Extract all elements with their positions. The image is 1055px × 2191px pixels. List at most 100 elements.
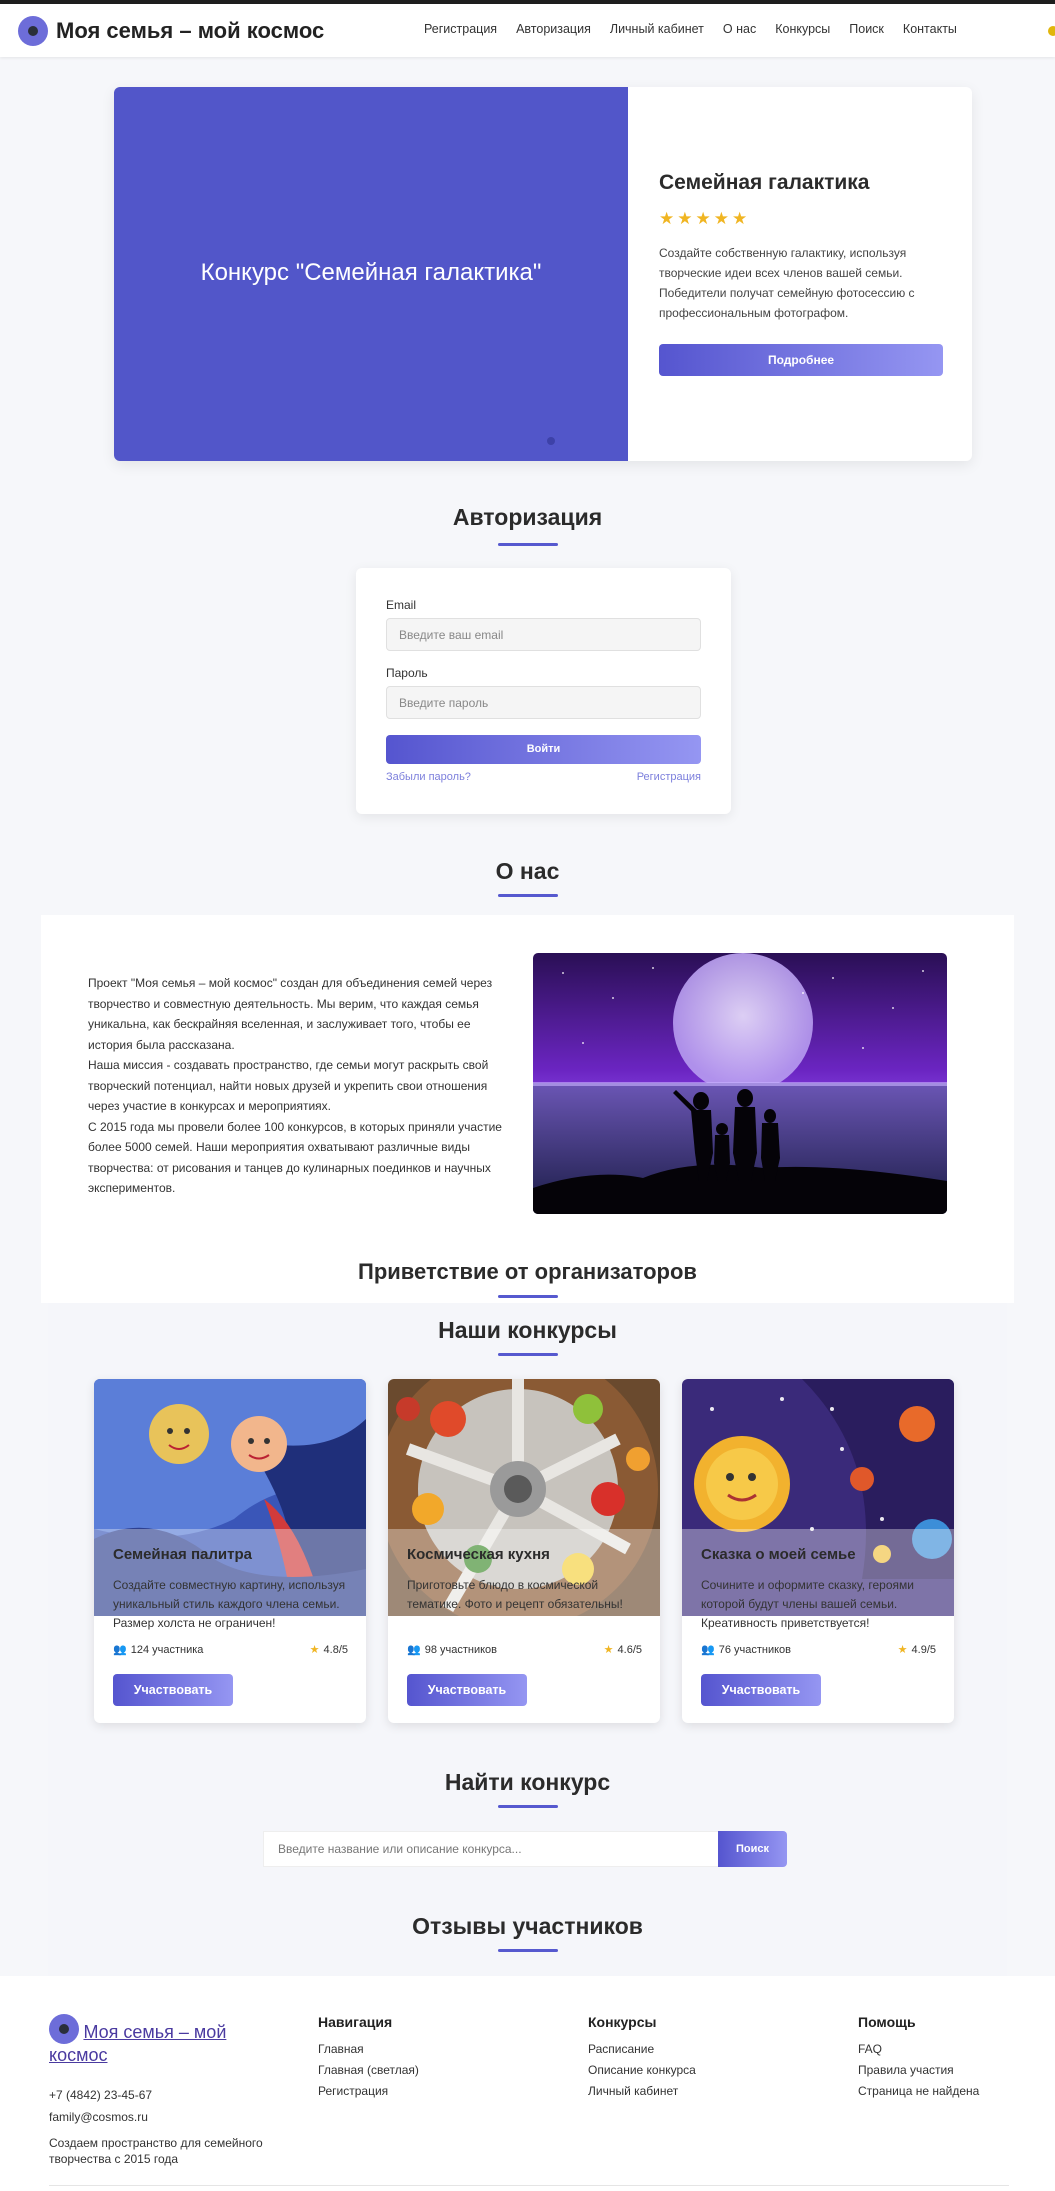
- title-underline: [498, 1949, 558, 1952]
- title-underline: [498, 894, 558, 897]
- footer-col-navigation: Навигация Главная Главная (светлая) Реги…: [318, 2014, 419, 2105]
- login-card: Email Пароль Войти Забыли пароль? Регист…: [356, 568, 731, 814]
- search-section-title: Найти конкурс: [444, 1769, 611, 1795]
- hero-description: Создайте собственную галактику, использу…: [659, 246, 915, 320]
- contest-rating: ★ 4.6/5: [603, 1644, 642, 1656]
- users-icon: 👥: [113, 1644, 127, 1656]
- footer-tagline: Создаем пространство для семейного творч…: [49, 2136, 263, 2166]
- nav-login[interactable]: Авторизация: [516, 22, 591, 36]
- about-paragraph: Проект "Моя семья – мой космос" создан д…: [88, 976, 493, 1052]
- contest-description: Приготовьте блюдо в космической тематике…: [407, 1578, 623, 1611]
- title-underline: [498, 1805, 558, 1808]
- footer-divider: [49, 2185, 1009, 2186]
- contest-title: Космическая кухня: [407, 1546, 550, 1563]
- about-paragraph: С 2015 года мы провели более 100 конкурс…: [88, 1119, 502, 1196]
- nav-registration[interactable]: Регистрация: [424, 22, 497, 36]
- participate-button[interactable]: Участвовать: [701, 1674, 821, 1706]
- footer-link[interactable]: Описание конкурса: [588, 2063, 696, 2077]
- reviews-section-title: Отзывы участников: [412, 1913, 643, 1939]
- users-icon: 👥: [407, 1644, 421, 1656]
- footer-logo[interactable]: Моя семья – мой космос: [49, 2014, 269, 2066]
- star-icon: ★: [603, 1644, 614, 1656]
- contest-title: Сказка о моей семье: [701, 1546, 856, 1563]
- footer-link[interactable]: FAQ: [858, 2042, 979, 2056]
- contest-description: Сочините и оформите сказку, героями кото…: [701, 1578, 914, 1630]
- contest-card: Сказка о моей семье Сочините и оформите …: [682, 1379, 954, 1723]
- planet-logo-icon: [49, 2014, 79, 2044]
- contest-meta: 👥 98 участников ★ 4.6/5: [407, 1643, 642, 1656]
- contest-title: Семейная палитра: [113, 1546, 252, 1563]
- main-nav: Регистрация Авторизация Личный кабинет О…: [424, 22, 957, 36]
- about-panel: Проект "Моя семья – мой космос" создан д…: [41, 915, 1014, 1303]
- star-icon: ★: [309, 1644, 320, 1656]
- family-moon-image: [533, 953, 947, 1214]
- contest-rating: ★ 4.9/5: [897, 1644, 936, 1656]
- site-logo[interactable]: Моя семья – мой космос: [18, 16, 324, 46]
- theme-toggle-icon[interactable]: [1048, 26, 1055, 36]
- contests-section-title: Наши конкурсы: [438, 1317, 617, 1343]
- footer-email: family@cosmos.ru: [49, 2110, 148, 2124]
- hero-info: Семейная галактика ★★★★★ Создайте собств…: [659, 171, 949, 323]
- nav-account[interactable]: Личный кабинет: [610, 22, 704, 36]
- footer-link[interactable]: Регистрация: [318, 2084, 419, 2098]
- participate-button[interactable]: Участвовать: [113, 1674, 233, 1706]
- footer-col-contests: Конкурсы Расписание Описание конкурса Ли…: [588, 2014, 696, 2105]
- about-section-title: О нас: [495, 858, 560, 884]
- footer-link[interactable]: Страница не найдена: [858, 2084, 979, 2098]
- email-label: Email: [386, 598, 417, 612]
- search-input[interactable]: [263, 1831, 718, 1867]
- footer-phone: +7 (4842) 23-45-67: [49, 2088, 153, 2102]
- footer-col-title: Конкурсы: [588, 2014, 657, 2030]
- rating-stars-icon: ★★★★★: [659, 209, 751, 228]
- site-header: Моя семья – мой космос Регистрация Автор…: [0, 4, 1055, 57]
- footer-col-help: Помощь FAQ Правила участия Страница не н…: [858, 2014, 979, 2105]
- hero-title: Семейная галактика: [659, 171, 870, 194]
- about-paragraph: Наша миссия - создавать пространство, гд…: [88, 1058, 489, 1113]
- star-icon: ★: [897, 1644, 908, 1656]
- footer-col-title: Помощь: [858, 2014, 916, 2030]
- forgot-password-link[interactable]: Забыли пароль?: [386, 771, 471, 783]
- slider-dot[interactable]: [547, 437, 555, 445]
- title-underline: [498, 1353, 558, 1356]
- nav-about[interactable]: О нас: [723, 22, 756, 36]
- email-field[interactable]: [386, 618, 701, 651]
- nav-contests[interactable]: Конкурсы: [775, 22, 830, 36]
- search-button[interactable]: Поиск: [718, 1831, 787, 1867]
- auth-section-title: Авторизация: [452, 504, 603, 530]
- contest-rating: ★ 4.8/5: [309, 1644, 348, 1656]
- contest-meta: 👥 124 участника ★ 4.8/5: [113, 1643, 348, 1656]
- nav-search[interactable]: Поиск: [849, 22, 884, 36]
- participate-button[interactable]: Участвовать: [407, 1674, 527, 1706]
- hero-slider: Конкурс "Семейная галактика" Семейная га…: [114, 87, 972, 461]
- password-field[interactable]: [386, 686, 701, 719]
- nav-contacts[interactable]: Контакты: [903, 22, 957, 36]
- hero-slide-title: Конкурс "Семейная галактика": [200, 259, 542, 286]
- greeting-title: Приветствие от организаторов: [358, 1259, 697, 1284]
- contest-description: Создайте совместную картину, используя у…: [113, 1578, 346, 1630]
- participants-count: 👥 76 участников: [701, 1644, 791, 1656]
- title-underline: [498, 1295, 558, 1298]
- site-title: Моя семья – мой космос: [56, 18, 325, 43]
- search-form: Поиск: [263, 1831, 787, 1867]
- footer-col-title: Навигация: [318, 2014, 393, 2030]
- hero-slide: Конкурс "Семейная галактика": [114, 87, 628, 461]
- footer-link[interactable]: Правила участия: [858, 2063, 979, 2077]
- site-footer: Моя семья – мой космос +7 (4842) 23-45-6…: [0, 1976, 1055, 2191]
- login-button[interactable]: Войти: [386, 735, 701, 764]
- password-label: Пароль: [386, 666, 428, 680]
- about-text: Проект "Моя семья – мой космос" создан д…: [88, 973, 508, 1199]
- register-link[interactable]: Регистрация: [637, 771, 701, 783]
- contest-meta: 👥 76 участников ★ 4.9/5: [701, 1643, 936, 1656]
- participants-count: 👥 98 участников: [407, 1644, 497, 1656]
- contest-card: Семейная палитра Создайте совместную кар…: [94, 1379, 366, 1723]
- title-underline: [498, 543, 558, 546]
- users-icon: 👥: [701, 1644, 715, 1656]
- footer-link[interactable]: Главная: [318, 2042, 419, 2056]
- contest-card: Космическая кухня Приготовьте блюдо в ко…: [388, 1379, 660, 1723]
- footer-link[interactable]: Расписание: [588, 2042, 696, 2056]
- footer-link[interactable]: Главная (светлая): [318, 2063, 419, 2077]
- details-button[interactable]: Подробнее: [659, 344, 943, 376]
- footer-link[interactable]: Личный кабинет: [588, 2084, 696, 2098]
- participants-count: 👥 124 участника: [113, 1644, 204, 1656]
- planet-logo-icon: [18, 16, 48, 46]
